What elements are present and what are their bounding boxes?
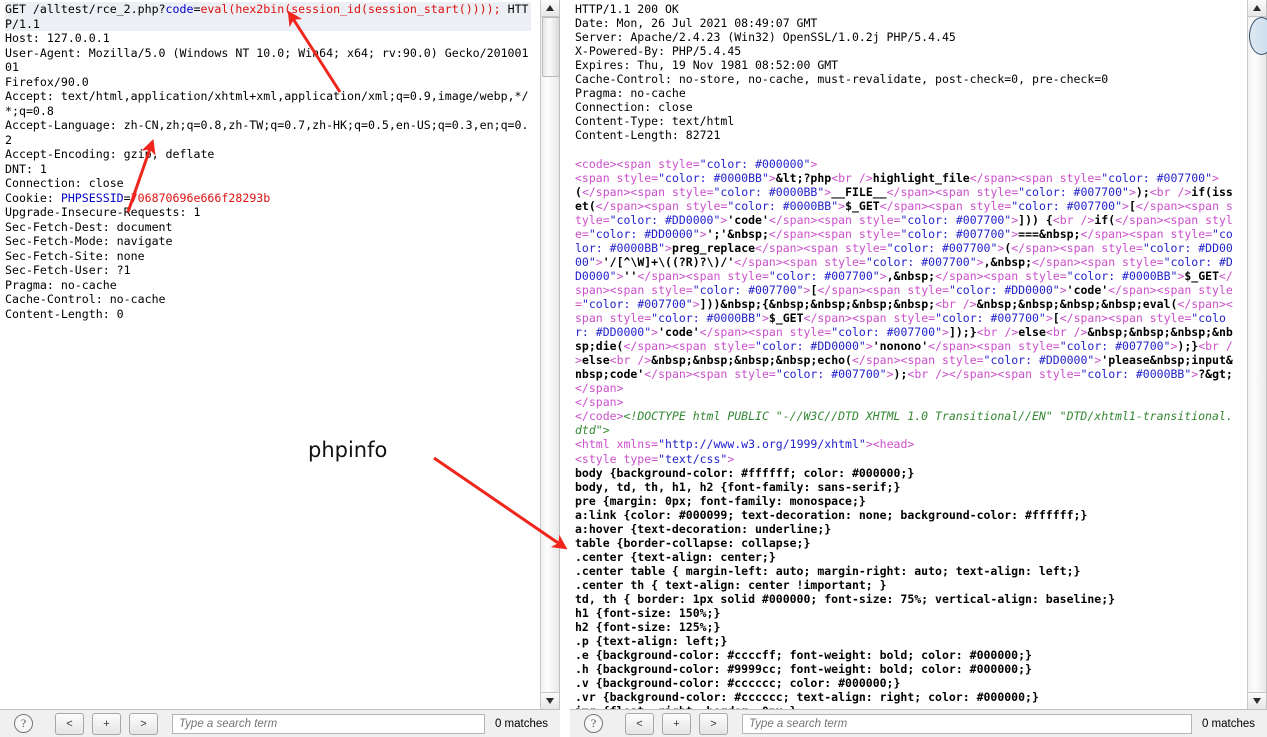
triangle-down-icon <box>1253 698 1261 704</box>
request-header-line: Accept-Language: zh-CN,zh;q=0.8,zh-TW;q=… <box>5 118 529 147</box>
response-body-line: .vr {background-color: #cccccc; text-ali… <box>575 690 1039 705</box>
request-header-line: Pragma: no-cache <box>5 277 117 292</box>
response-body-line: <html xmlns="http://www.w3.org/1999/xhtm… <box>575 437 915 452</box>
request-scrollbar[interactable] <box>540 0 560 709</box>
response-body-line: body, td, th, h1, h2 {font-family: sans-… <box>575 479 901 494</box>
response-panel: HTTP/1.1 200 OK Date: Mon, 26 Jul 2021 08… <box>570 0 1267 737</box>
response-body-line: .center {text-align: center;} <box>575 549 776 564</box>
search-prev-button[interactable]: < <box>625 712 654 735</box>
response-status-line: HTTP/1.1 200 OK <box>575 2 679 16</box>
scrollbar-thumb[interactable] <box>542 17 560 77</box>
match-count-label: 0 matches <box>494 717 548 730</box>
request-start-line: GET /alltest/rce_2.php?code=eval(hex2bin… <box>5 2 531 31</box>
app-window: GET /alltest/rce_2.php?code=eval(hex2bin… <box>0 0 1267 737</box>
request-header-line: Accept: text/html,application/xhtml+xml,… <box>5 89 529 118</box>
search-next-button[interactable]: > <box>129 712 158 735</box>
triangle-down-icon <box>546 698 554 704</box>
request-header-line: Accept-Encoding: gzip, deflate <box>5 147 215 161</box>
request-header-line: Connection: close <box>5 176 124 190</box>
request-search-toolbar: ? < + > 0 matches <box>0 709 560 737</box>
request-header-line: Sec-Fetch-Dest: document <box>5 219 173 234</box>
match-count-label: 0 matches <box>1201 717 1255 730</box>
response-header-line: Cache-Control: no-store, no-cache, must-… <box>575 72 1109 87</box>
request-header-line: Host: 127.0.0.1 <box>5 31 110 45</box>
scrollbar-thumb-highlight[interactable] <box>1249 17 1267 55</box>
scroll-down-button[interactable] <box>1248 692 1266 709</box>
response-body-line: .center th { text-align: center !importa… <box>575 577 887 592</box>
scroll-down-button[interactable] <box>541 692 559 709</box>
response-body-line: <span style="color: #0000BB">&lt;?php<br… <box>575 170 1233 396</box>
scroll-up-button[interactable] <box>541 0 559 17</box>
response-header-line: Expires: Thu, 19 Nov 1981 08:52:00 GMT <box>575 58 839 73</box>
request-header-line: Sec-Fetch-Mode: navigate <box>5 234 173 248</box>
search-next-button[interactable]: > <box>699 712 728 735</box>
response-body-line: table {border-collapse: collapse;} <box>575 535 811 550</box>
response-body-line: h1 {font-size: 150%;} <box>575 606 721 621</box>
response-header-line: Pragma: no-cache <box>575 86 686 101</box>
response-body-line: h2 {font-size: 125%;} <box>575 620 721 635</box>
request-header-line: Sec-Fetch-Site: none <box>5 248 145 263</box>
search-input[interactable] <box>742 713 1192 734</box>
request-header-line: Cache-Control: no-cache <box>5 292 166 306</box>
request-header-line: User-Agent: Mozilla/5.0 (Windows NT 10.0… <box>5 45 529 75</box>
search-add-button[interactable]: + <box>92 712 121 735</box>
help-icon[interactable]: ? <box>14 714 33 733</box>
request-header-line: Upgrade-Insecure-Requests: 1 <box>5 205 201 219</box>
request-raw-text: GET /alltest/rce_2.php?code=eval(hex2bin… <box>0 0 535 321</box>
search-add-button[interactable]: + <box>662 712 691 735</box>
response-body-line: .v {background-color: #cccccc; color: #0… <box>575 676 901 691</box>
response-body-line: <code><span style="color: #000000"> <box>575 156 818 171</box>
response-body-line: .p {text-align: left;} <box>575 634 728 649</box>
response-scrollbar[interactable] <box>1247 0 1267 709</box>
response-body-line: body {background-color: #ffffff; color: … <box>575 465 915 480</box>
response-body-line: </code><!DOCTYPE html PUBLIC "-//W3C//DT… <box>575 409 1233 438</box>
response-search-toolbar: ? < + > 0 matches <box>570 709 1267 737</box>
request-text-viewer[interactable]: GET /alltest/rce_2.php?code=eval(hex2bin… <box>0 0 535 709</box>
request-header-line: Content-Length: 0 <box>5 306 124 321</box>
request-header-line: DNT: 1 <box>5 161 47 176</box>
response-body-line: </span> <box>575 395 624 410</box>
response-body-line: a:link {color: #000099; text-decoration:… <box>575 507 1088 522</box>
response-body-line: .e {background-color: #ccccff; font-weig… <box>575 648 1032 663</box>
response-raw-text: HTTP/1.1 200 OK Date: Mon, 26 Jul 2021 08… <box>570 0 1242 709</box>
response-body-line: a:hover {text-decoration: underline;} <box>575 521 832 536</box>
search-prev-button[interactable]: < <box>55 712 84 735</box>
triangle-up-icon <box>546 5 554 11</box>
scroll-up-button[interactable] <box>1248 0 1266 17</box>
response-body-line: <style type="text/css"> <box>575 451 735 466</box>
request-cookie-line: Cookie: PHPSESSID=706870696e666f28293b <box>5 190 271 205</box>
response-header-line: Date: Mon, 26 Jul 2021 08:49:07 GMT <box>575 16 818 31</box>
search-input[interactable] <box>172 713 485 734</box>
triangle-up-icon <box>1253 5 1261 11</box>
response-text-viewer[interactable]: HTTP/1.1 200 OK Date: Mon, 26 Jul 2021 08… <box>570 0 1242 709</box>
request-header-line: Sec-Fetch-User: ?1 <box>5 263 131 277</box>
response-header-line: Connection: close <box>575 100 693 115</box>
response-body-line: .h {background-color: #9999cc; font-weig… <box>575 662 1032 677</box>
response-header-line: Content-Length: 82721 <box>575 128 721 143</box>
response-body-line: td, th { border: 1px solid #000000; font… <box>575 591 1116 606</box>
help-icon[interactable]: ? <box>584 714 603 733</box>
response-header-line: X-Powered-By: PHP/5.4.45 <box>575 44 742 59</box>
response-body-line: pre {margin: 0px; font-family: monospace… <box>575 493 866 508</box>
response-header-line: Content-Type: text/html <box>575 114 735 129</box>
response-header-line: Server: Apache/2.4.23 (Win32) OpenSSL/1.… <box>575 30 956 45</box>
response-body-line: .center table { margin-left: auto; margi… <box>575 563 1081 578</box>
request-panel: GET /alltest/rce_2.php?code=eval(hex2bin… <box>0 0 560 737</box>
request-header-line: Firefox/90.0 <box>5 74 89 89</box>
